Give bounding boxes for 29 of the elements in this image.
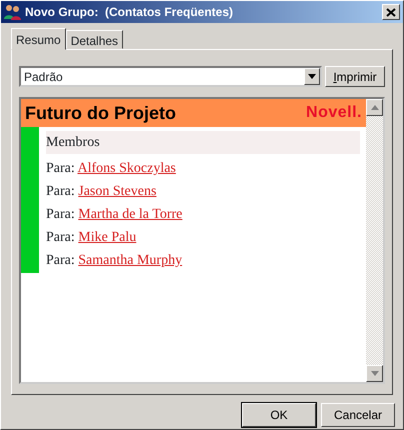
- down-arrow-icon: [370, 371, 378, 376]
- member-link[interactable]: Martha de la Torre: [78, 207, 182, 222]
- brand-logo: Novell.: [306, 103, 362, 123]
- close-button[interactable]: [382, 4, 400, 20]
- member-link[interactable]: Alfons Skoczylas: [78, 161, 176, 176]
- member-link[interactable]: Jason Stevens: [78, 184, 156, 199]
- scroll-down-button[interactable]: [366, 365, 383, 382]
- scrollbar[interactable]: [366, 99, 383, 382]
- up-arrow-icon: [370, 105, 378, 110]
- close-icon: [386, 8, 396, 16]
- window-title: Novo Grupo: (Contatos Freqüentes): [25, 4, 233, 21]
- member-link[interactable]: Mike Palu: [78, 230, 136, 245]
- people-icon: [4, 4, 22, 20]
- member-link[interactable]: Samantha Murphy: [78, 253, 182, 268]
- print-button[interactable]: Imprimir: [325, 66, 385, 87]
- ok-button[interactable]: OK: [242, 403, 316, 427]
- recipient-label: Para:: [46, 253, 76, 268]
- recipient-label: Para:: [46, 207, 76, 222]
- scroll-up-button[interactable]: [366, 99, 383, 116]
- view-dropdown[interactable]: Padrão: [19, 66, 322, 87]
- tab[interactable]: Detalhes: [66, 30, 124, 49]
- recipient-label: Para:: [46, 184, 76, 199]
- cancel-button[interactable]: Cancelar: [321, 403, 395, 427]
- section-heading: Membros: [46, 131, 360, 154]
- recipient-label: Para:: [46, 230, 76, 245]
- tab[interactable]: Resumo: [11, 28, 66, 50]
- caret-icon: [308, 74, 316, 79]
- summary-title: Futuro do Projeto: [25, 102, 176, 125]
- recipient-label: Para:: [46, 161, 76, 176]
